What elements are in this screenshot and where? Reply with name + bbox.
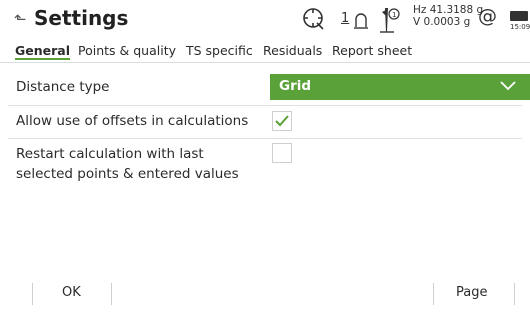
chevron-down-icon [500, 81, 516, 91]
ok-label: OK [62, 285, 81, 300]
tab-divider [0, 62, 530, 63]
restart-calc-checkbox[interactable] [272, 143, 292, 163]
allow-offsets-checkbox[interactable] [272, 111, 292, 131]
hz-reading: Hz 41.3188 g [413, 4, 484, 16]
clock-time: 15:09 [510, 23, 530, 31]
page-title: Settings [34, 6, 129, 30]
v-reading: V 0.0003 g [413, 16, 471, 28]
tab-label: General [15, 43, 70, 60]
svg-text:1: 1 [392, 11, 396, 19]
tab-report-sheet[interactable]: Report sheet [332, 43, 412, 58]
prism-icon[interactable]: 1 [378, 6, 402, 34]
tab-general[interactable]: General [15, 43, 70, 60]
tab-label: Residuals [263, 43, 323, 58]
row-divider [8, 138, 522, 139]
battery-icon[interactable]: 15:09 [506, 4, 530, 32]
page-label: Page [456, 285, 488, 300]
restart-calc-label-line1: Restart calculation with last [16, 146, 204, 162]
back-arrow-icon[interactable]: ⬑ [14, 10, 27, 28]
ok-button[interactable]: OK [33, 280, 111, 306]
distance-type-label: Distance type [16, 79, 110, 95]
tab-label: Points & quality [78, 43, 177, 58]
softkey-divider [514, 283, 515, 305]
tab-points-quality[interactable]: Points & quality [78, 43, 176, 58]
title-bar: ⬑ Settings 1 1 Hz 41.3188 g V 0.0003 g @… [0, 0, 530, 40]
tab-residuals[interactable]: Residuals [263, 43, 322, 58]
tab-bar: General Points & quality TS specific Res… [0, 40, 530, 63]
row-divider [8, 105, 522, 106]
tab-label: Report sheet [332, 43, 413, 58]
checkmark-icon [275, 115, 289, 127]
tab-label: TS specific [186, 43, 253, 58]
target-search-icon[interactable] [301, 6, 327, 34]
allow-offsets-label: Allow use of offsets in calculations [16, 113, 249, 129]
tab-ts-specific[interactable]: TS specific [186, 43, 253, 58]
face-number: 1 [341, 11, 350, 26]
angle-readout: Hz 41.3188 g V 0.0003 g [413, 4, 483, 32]
page-button[interactable]: Page [434, 280, 514, 306]
softkey-divider [111, 283, 112, 305]
battery-level [510, 11, 528, 21]
distance-type-value: Grid [279, 78, 312, 94]
at-icon[interactable]: @ [478, 5, 497, 33]
restart-calc-label-line2: selected points & entered values [16, 166, 239, 182]
distance-type-dropdown[interactable]: Grid [270, 74, 530, 100]
face-indicator-icon [354, 13, 368, 29]
softkey-bar: OK Page [0, 265, 530, 321]
